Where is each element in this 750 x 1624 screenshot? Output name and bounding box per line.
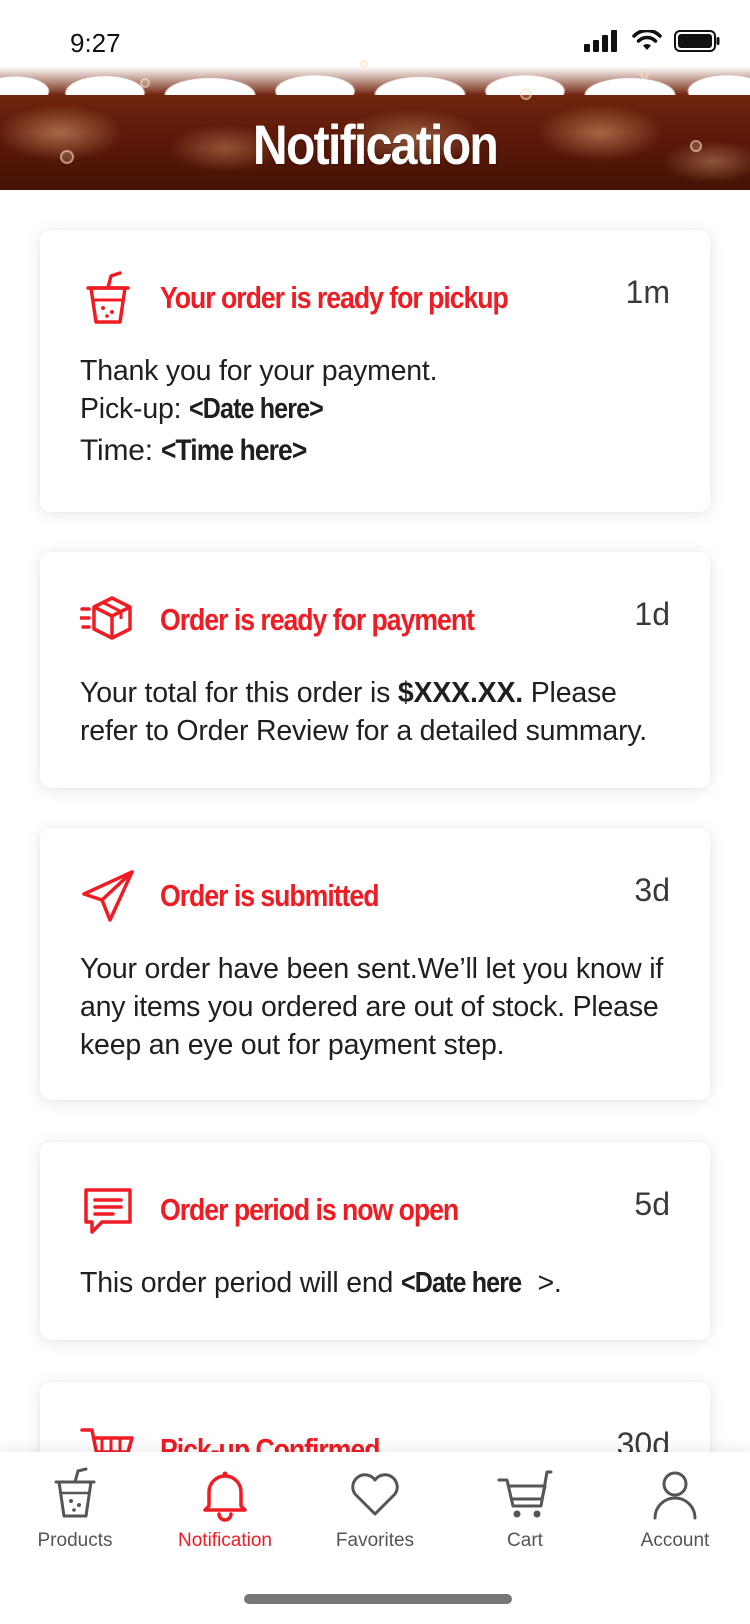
- body-line-time: Time: <Time here>: [80, 432, 680, 470]
- notification-body: Your order have been sent.We’ll let you …: [80, 953, 664, 1061]
- page-title: Notification: [252, 113, 499, 176]
- body-line: Thank you for your payment.: [80, 355, 438, 387]
- nav-item-account[interactable]: Account: [600, 1466, 750, 1552]
- notification-title: Your order is ready for pickup: [160, 280, 509, 315]
- status-icons: [584, 30, 720, 52]
- battery-icon: [674, 30, 720, 52]
- nav-item-products[interactable]: Products: [0, 1466, 150, 1552]
- time-label: Time:: [80, 434, 162, 467]
- heart-icon: [351, 1473, 399, 1516]
- order-total-amount: $XXX.XX.: [397, 677, 524, 709]
- notification-body: Your total for this order is $XXX.XX. Pl…: [80, 674, 680, 750]
- bubble: [520, 88, 532, 100]
- status-time: 9:27: [70, 28, 121, 58]
- drink-cup-icon: [86, 271, 130, 324]
- cellular-signal-icon: [584, 30, 617, 52]
- notification-time: 1m: [625, 274, 670, 310]
- notification-time: 1d: [634, 596, 670, 632]
- notification-title: Order is submitted: [160, 878, 379, 913]
- pickup-time-value: <Time here>: [161, 434, 307, 467]
- nav-label: Cart: [507, 1530, 543, 1551]
- wifi-icon: [632, 30, 662, 50]
- body-text: This order period will end: [80, 1267, 401, 1299]
- drink-cup-icon: [54, 1467, 96, 1518]
- notification-time: 5d: [634, 1186, 670, 1222]
- pickup-label: Pick-up:: [80, 393, 190, 425]
- pickup-date-value: <Date here>: [189, 393, 324, 425]
- bubble: [640, 70, 649, 79]
- nav-label: Favorites: [335, 1530, 415, 1551]
- notification-card-submitted[interactable]: Order is submitted 3d Your order have be…: [40, 828, 710, 1100]
- cart-icon: [497, 1470, 553, 1518]
- nav-item-notification[interactable]: Notification: [150, 1466, 300, 1552]
- nav-label: Notification: [178, 1530, 272, 1551]
- body-text: >.: [537, 1267, 562, 1299]
- paper-plane-icon: [82, 870, 134, 922]
- end-date-value: <Date here: [400, 1267, 522, 1299]
- notification-body: Thank you for your payment. Pick-up: <Da…: [80, 352, 680, 470]
- notification-card-payment[interactable]: Order is ready for payment 1d Your total…: [40, 552, 710, 788]
- user-icon: [653, 1471, 697, 1520]
- bell-icon: [203, 1471, 247, 1522]
- notification-title: Order is ready for payment: [160, 602, 475, 637]
- notification-title: Order period is now open: [160, 1192, 459, 1227]
- notification-card-order-period[interactable]: Order period is now open 5d This order p…: [40, 1142, 710, 1340]
- fast-box-icon: [80, 596, 132, 640]
- body-line-pickup: Pick-up: <Date here>: [80, 390, 680, 428]
- body-text: Your total for this order is: [80, 677, 398, 709]
- notification-body: This order period will end <Date here >.: [80, 1264, 680, 1302]
- nav-label: Products: [37, 1530, 113, 1551]
- nav-item-cart[interactable]: Cart: [450, 1466, 600, 1552]
- nav-label: Account: [640, 1530, 710, 1551]
- notification-card-pickup[interactable]: Your order is ready for pickup 1m Thank …: [40, 230, 710, 512]
- nav-item-favorites[interactable]: Favorites: [300, 1466, 450, 1552]
- bubble: [360, 60, 368, 68]
- home-indicator: [244, 1594, 512, 1604]
- bubble: [140, 78, 150, 88]
- notification-time: 3d: [634, 872, 670, 908]
- message-icon: [84, 1188, 132, 1234]
